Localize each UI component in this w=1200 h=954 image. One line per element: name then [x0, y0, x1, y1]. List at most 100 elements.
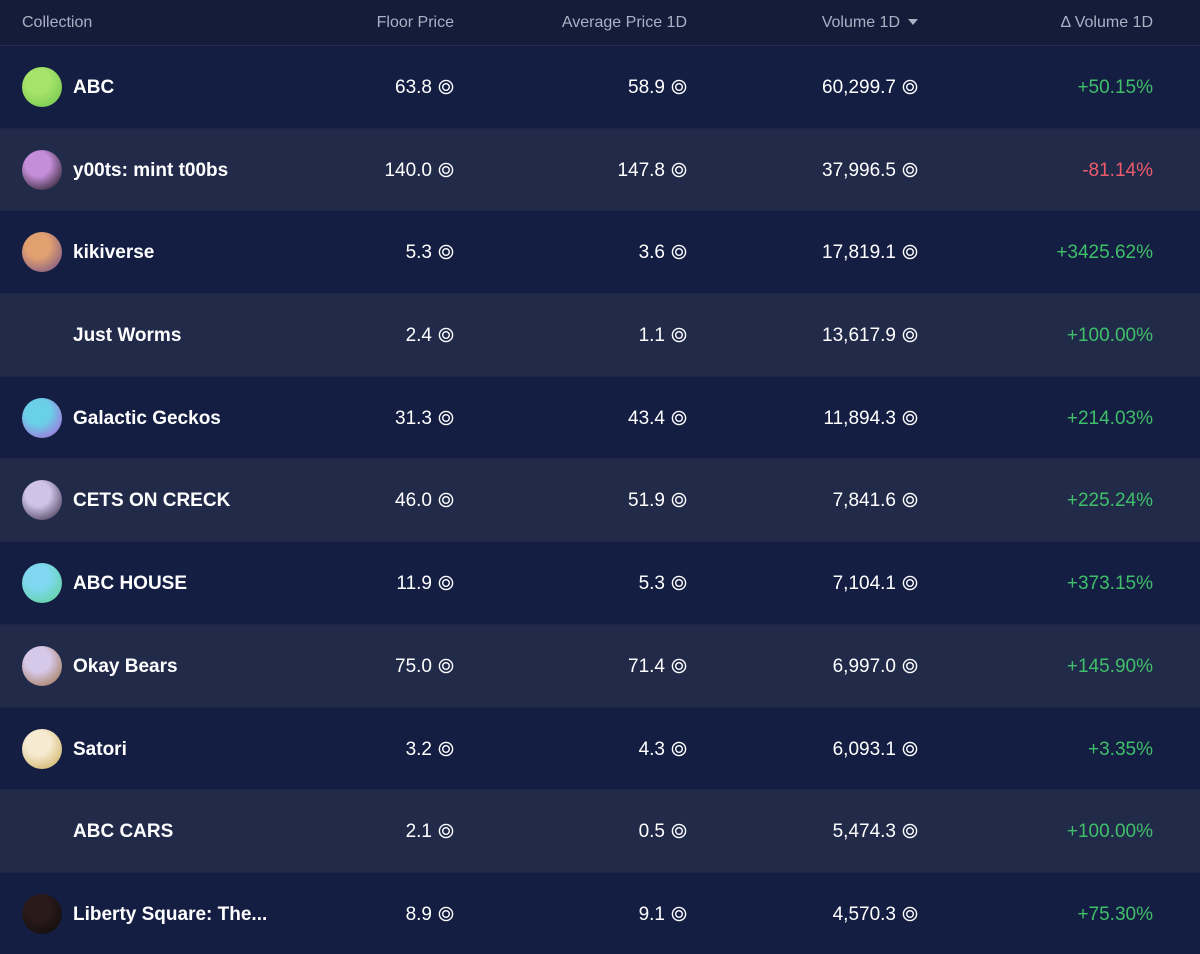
- header-volume[interactable]: Volume 1D: [822, 14, 918, 32]
- table-row[interactable]: Galactic Geckos 31.3 43.4 11,894.3 +214.03%: [0, 376, 1200, 460]
- volume-cell-value: 7,104.1: [832, 573, 896, 595]
- average-price-cell-value: 43.4: [628, 407, 665, 429]
- floor-price-cell: 140.0: [384, 160, 454, 182]
- table-row[interactable]: CETS ON CRECK 46.0 51.9 7,841.6 +225.24%: [0, 459, 1200, 543]
- table-row[interactable]: ABC 63.8 58.9 60,299.7 +50.15%: [0, 46, 1200, 129]
- delta-volume-cell: +145.90%: [1067, 656, 1153, 678]
- delta-volume-cell-value: +3.35%: [1088, 738, 1153, 760]
- solana-coin-icon: [432, 739, 454, 761]
- solana-coin-icon: [665, 739, 687, 761]
- kikiverse-avatar: [22, 232, 62, 273]
- solana-coin-icon: [432, 242, 454, 264]
- collection-name[interactable]: ABC CARS: [73, 821, 173, 843]
- table-row[interactable]: ABC CARS 2.1 0.5 5,474.3 +100.00%: [0, 790, 1200, 873]
- floor-price-cell-value: 8.9: [405, 903, 432, 925]
- table-row[interactable]: Liberty Square: The... 8.9 9.1 4,570.3 +75.3…: [0, 872, 1200, 954]
- volume-cell-value: 17,819.1: [822, 242, 896, 264]
- floor-price-cell-value: 2.4: [405, 325, 432, 347]
- floor-price-cell: 63.8: [395, 77, 454, 99]
- floor-price-cell: 46.0: [395, 490, 454, 512]
- collection-name[interactable]: Okay Bears: [73, 656, 178, 678]
- average-price-cell-value: 51.9: [628, 490, 665, 512]
- volume-cell-value: 6,997.0: [832, 655, 896, 677]
- table-body: ABC 63.8 58.9 60,299.7 +50.15% y00ts: mint t0…: [0, 46, 1200, 954]
- header-collection[interactable]: Collection: [22, 14, 92, 32]
- average-price-cell-value: 0.5: [638, 821, 665, 843]
- volume-cell-value: 60,299.7: [822, 77, 896, 98]
- average-price-cell: 58.9: [628, 77, 687, 99]
- liberty-square-avatar: [22, 893, 62, 934]
- collection-name[interactable]: ABC HOUSE: [73, 573, 187, 595]
- solana-coin-icon: [665, 408, 687, 430]
- solana-coin-icon: [432, 490, 454, 512]
- solana-coin-icon: [896, 408, 918, 430]
- delta-volume-cell: +100.00%: [1067, 821, 1153, 843]
- delta-volume-cell: +50.15%: [1077, 77, 1153, 99]
- abc-house-avatar: [22, 563, 62, 604]
- delta-volume-cell: +214.03%: [1067, 408, 1153, 430]
- floor-price-cell: 11.9: [396, 573, 454, 595]
- floor-price-cell: 3.2: [406, 739, 454, 761]
- collection-name[interactable]: y00ts: mint t00bs: [73, 160, 228, 182]
- header-delta-volume[interactable]: Δ Volume 1D: [1060, 14, 1153, 32]
- y00ts-avatar: [22, 149, 62, 190]
- delta-volume-cell-value: +214.03%: [1066, 407, 1153, 429]
- average-price-cell: 71.4: [628, 656, 687, 678]
- solana-coin-icon: [896, 77, 918, 99]
- solana-coin-icon: [665, 821, 687, 843]
- floor-price-cell: 2.1: [406, 821, 454, 843]
- floor-price-cell-value: 2.1: [405, 821, 432, 843]
- volume-cell-value: 37,996.5: [822, 159, 896, 181]
- collection-name[interactable]: CETS ON CRECK: [73, 490, 230, 512]
- volume-cell: 6,093.1: [833, 739, 918, 761]
- volume-cell-value: 6,093.1: [832, 738, 896, 760]
- collections-table: Collection Floor Price Average Price 1D …: [0, 0, 1200, 954]
- okay-bears-avatar: [22, 645, 62, 686]
- collection-name[interactable]: Liberty Square: The...: [73, 904, 267, 926]
- collection-name[interactable]: Satori: [73, 739, 127, 761]
- sort-descending-icon: [908, 19, 918, 25]
- floor-price-cell: 2.4: [406, 325, 454, 347]
- header-volume-label: Volume 1D: [821, 14, 900, 31]
- table-row[interactable]: ABC HOUSE 11.9 5.3 7,104.1 +373.15%: [0, 542, 1200, 625]
- solana-coin-icon: [665, 490, 687, 512]
- average-price-cell-value: 58.9: [628, 77, 665, 98]
- table-row[interactable]: y00ts: mint t00bs 140.0 147.8 37,996.5 -81.1…: [0, 128, 1200, 212]
- collection-name[interactable]: ABC: [73, 77, 114, 99]
- table-row[interactable]: Just Worms 2.4 1.1 13,617.9 +100.00%: [0, 294, 1200, 377]
- solana-coin-icon: [896, 242, 918, 264]
- floor-price-cell-value: 140.0: [384, 159, 432, 181]
- solana-coin-icon: [896, 573, 918, 595]
- abc-avatar: [22, 67, 62, 107]
- delta-volume-cell: +373.15%: [1067, 573, 1153, 595]
- average-price-cell-value: 71.4: [628, 655, 665, 677]
- table-row[interactable]: kikiverse 5.3 3.6 17,819.1 +3425.62%: [0, 211, 1200, 295]
- floor-price-cell-value: 46.0: [395, 490, 432, 512]
- volume-cell: 13,617.9: [822, 325, 918, 347]
- solana-coin-icon: [432, 656, 454, 678]
- collection-name[interactable]: kikiverse: [73, 242, 154, 264]
- floor-price-cell-value: 31.3: [395, 407, 432, 429]
- satori-avatar: [22, 728, 62, 769]
- collection-name[interactable]: Galactic Geckos: [73, 408, 221, 430]
- solana-coin-icon: [896, 739, 918, 761]
- header-average-price[interactable]: Average Price 1D: [562, 14, 687, 32]
- solana-coin-icon: [432, 160, 454, 182]
- table-row[interactable]: Okay Bears 75.0 71.4 6,997.0 +145.90%: [0, 624, 1200, 708]
- solana-coin-icon: [665, 656, 687, 678]
- cets-on-creck-avatar: [22, 480, 62, 521]
- volume-cell-value: 4,570.3: [832, 903, 896, 925]
- solana-coin-icon: [432, 408, 454, 430]
- delta-volume-cell-value: -81.14%: [1082, 159, 1153, 181]
- delta-volume-cell: -81.14%: [1082, 160, 1153, 182]
- collection-name[interactable]: Just Worms: [73, 325, 181, 347]
- volume-cell: 7,104.1: [833, 573, 918, 595]
- header-floor-price[interactable]: Floor Price: [377, 14, 454, 32]
- table-header: Collection Floor Price Average Price 1D …: [0, 0, 1200, 46]
- solana-coin-icon: [896, 656, 918, 678]
- delta-volume-cell-value: +50.15%: [1077, 77, 1153, 98]
- average-price-cell-value: 147.8: [617, 159, 665, 181]
- floor-price-cell-value: 11.9: [396, 573, 432, 595]
- floor-price-cell: 75.0: [395, 656, 454, 678]
- table-row[interactable]: Satori 3.2 4.3 6,093.1 +3.35%: [0, 707, 1200, 791]
